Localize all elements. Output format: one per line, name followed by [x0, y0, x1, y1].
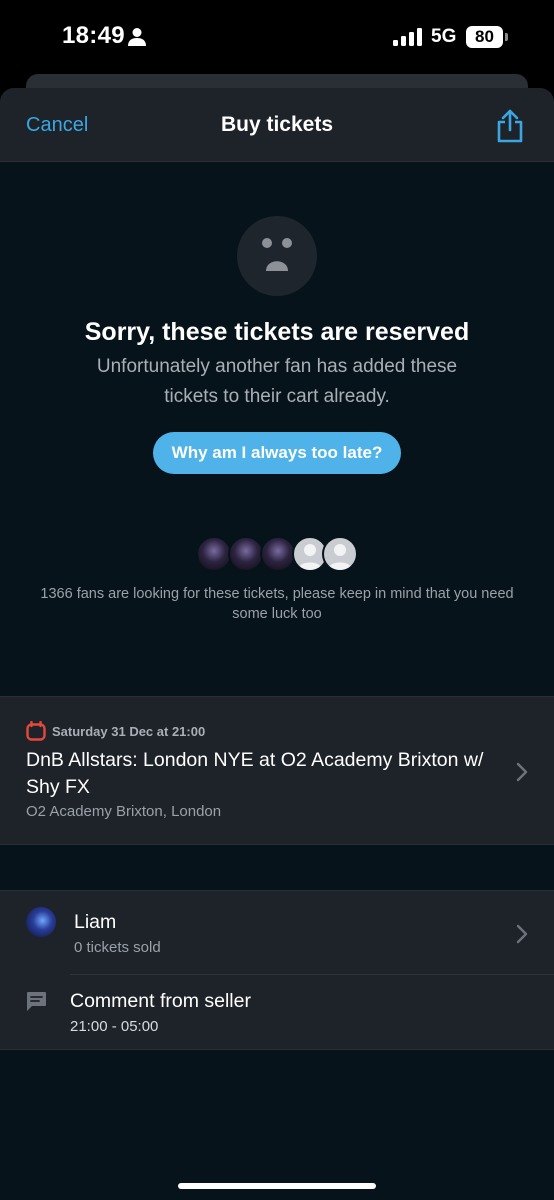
event-title: DnB Allstars: London NYE at O2 Academy B… [26, 749, 484, 798]
calendar-icon [26, 721, 46, 741]
buy-tickets-sheet: Cancel Buy tickets Sorry, these tickets … [0, 88, 554, 1200]
seller-tickets-sold: 0 tickets sold [74, 939, 161, 956]
sad-face-icon [237, 216, 317, 296]
status-time: 18:49 [62, 22, 125, 49]
fan-avatars [196, 536, 360, 572]
avatar [196, 536, 232, 572]
avatar [26, 907, 56, 937]
avatar [260, 536, 296, 572]
divider [70, 974, 554, 975]
network-label: 5G [431, 26, 457, 47]
chevron-right-icon[interactable] [516, 924, 528, 944]
status-bar: 18:49 5G 80 [0, 0, 554, 76]
why-too-late-button[interactable]: Why am I always too late? [153, 432, 401, 474]
share-icon[interactable] [494, 108, 526, 144]
nav-bar: Cancel Buy tickets [0, 88, 554, 162]
event-venue: O2 Academy Brixton, London [26, 803, 222, 820]
reserved-message: Unfortunately another fan has added thes… [96, 356, 458, 407]
comment-title: Comment from seller [70, 990, 251, 1012]
person-icon [128, 28, 146, 46]
battery-level: 80 [475, 27, 494, 46]
page-title: Buy tickets [220, 113, 334, 136]
avatar [322, 536, 358, 572]
event-card[interactable]: Saturday 31 Dec at 21:00 DnB Allstars: L… [0, 696, 554, 845]
battery-icon: 80 [466, 26, 508, 48]
avatar [228, 536, 264, 572]
reserved-title: Sorry, these tickets are reserved [84, 318, 470, 346]
signal-icon [393, 28, 422, 46]
seller-name[interactable]: Liam [74, 911, 116, 934]
event-date: Saturday 31 Dec at 21:00 [52, 724, 206, 739]
seller-card: Liam 0 tickets sold Comment from seller … [0, 890, 554, 1050]
comment-icon [27, 992, 46, 1011]
comment-body: 21:00 - 05:00 [70, 1018, 159, 1035]
fans-looking-text: 1366 fans are looking for these tickets,… [40, 586, 514, 622]
chevron-right-icon [516, 762, 528, 782]
home-indicator[interactable] [178, 1183, 376, 1189]
